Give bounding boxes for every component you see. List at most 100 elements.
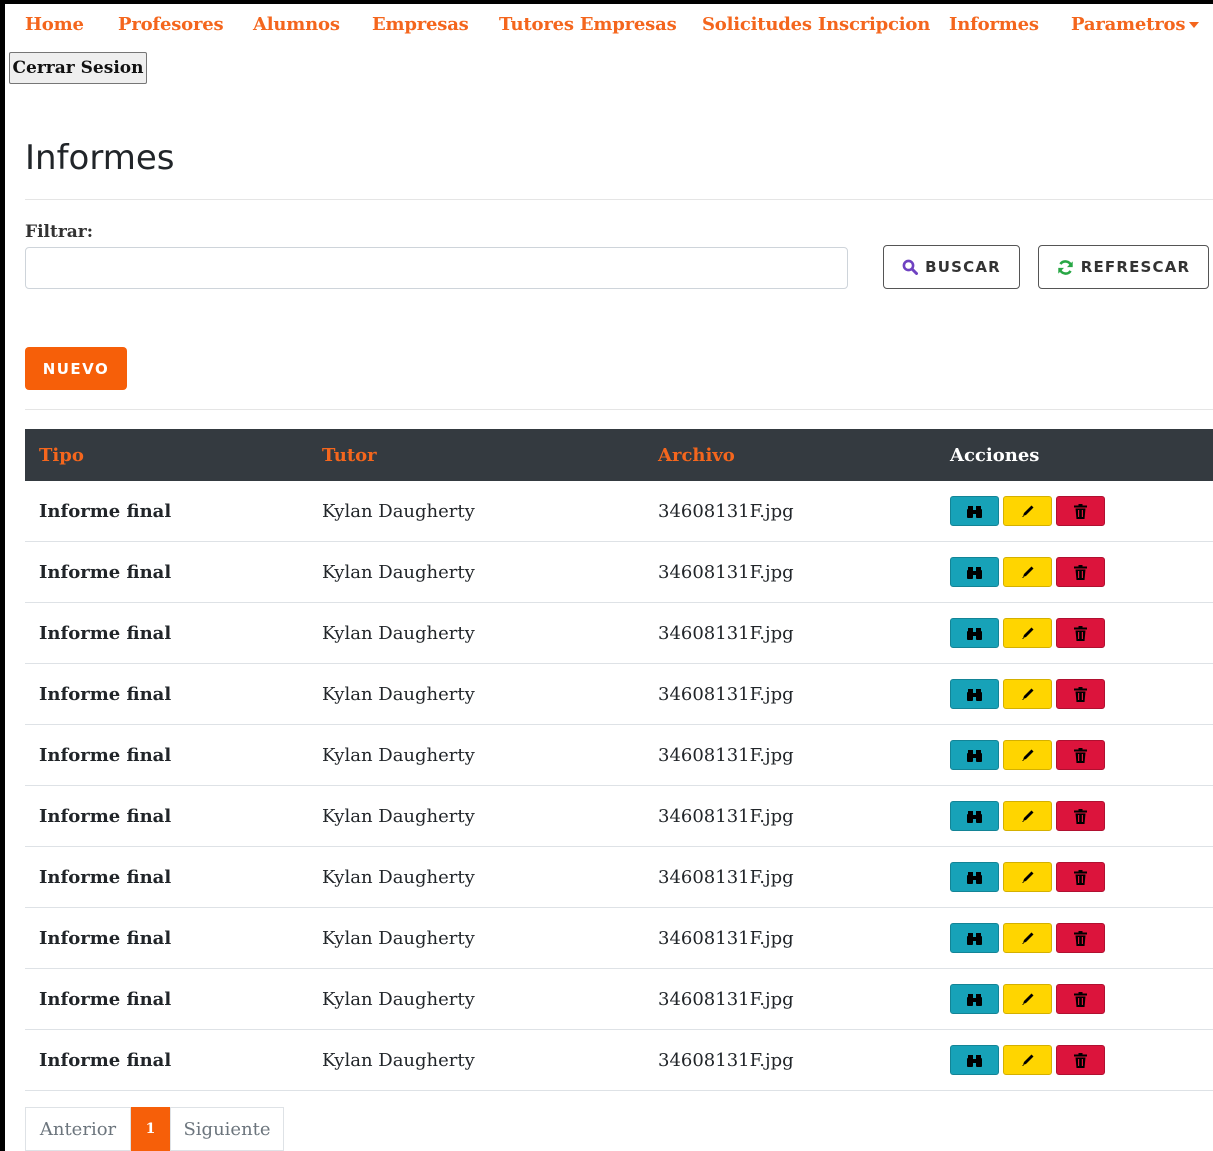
filter-input[interactable] xyxy=(25,247,848,289)
nav-parametros-dropdown[interactable]: Parametros xyxy=(1071,14,1200,35)
cell-acciones xyxy=(936,602,1213,664)
edit-button[interactable] xyxy=(1003,801,1052,831)
binoculars-icon xyxy=(967,871,982,884)
logout-button[interactable]: Cerrar Sesion xyxy=(9,52,147,84)
delete-button[interactable] xyxy=(1056,496,1105,526)
nav-home[interactable]: Home xyxy=(25,14,84,35)
view-button[interactable] xyxy=(950,801,999,831)
cell-tipo: Informe final xyxy=(25,1029,308,1091)
cell-tutor: Kylan Daugherty xyxy=(308,541,644,603)
trash-icon xyxy=(1074,808,1087,824)
column-header-acciones: Acciones xyxy=(950,444,1040,466)
search-button[interactable]: BUSCAR xyxy=(883,245,1020,289)
delete-button[interactable] xyxy=(1056,557,1105,587)
pagination: Anterior 1 Siguiente xyxy=(25,1107,284,1151)
edit-button[interactable] xyxy=(1003,557,1052,587)
reports-table: Tipo Tutor Archivo Acciones Informe fina… xyxy=(25,429,1213,1091)
refresh-icon xyxy=(1057,259,1073,275)
edit-button[interactable] xyxy=(1003,740,1052,770)
delete-button[interactable] xyxy=(1056,923,1105,953)
delete-button[interactable] xyxy=(1056,618,1105,648)
cell-tipo: Informe final xyxy=(25,602,308,664)
trash-icon xyxy=(1074,869,1087,885)
nav-alumnos[interactable]: Alumnos xyxy=(253,14,340,35)
cell-tutor: Kylan Daugherty xyxy=(308,846,644,908)
pagination-page-1[interactable]: 1 xyxy=(131,1107,170,1151)
page-title: Informes xyxy=(25,138,175,178)
nav-empresas[interactable]: Empresas xyxy=(372,14,469,35)
cell-archivo: 34608131F.jpg xyxy=(644,1029,936,1091)
view-button[interactable] xyxy=(950,1045,999,1075)
binoculars-icon xyxy=(967,505,982,518)
delete-button[interactable] xyxy=(1056,862,1105,892)
caret-down-icon xyxy=(1189,22,1200,28)
row-actions xyxy=(950,496,1213,526)
refresh-button[interactable]: REFRESCAR xyxy=(1038,245,1209,289)
row-actions xyxy=(950,923,1213,953)
view-button[interactable] xyxy=(950,618,999,648)
cell-acciones xyxy=(936,968,1213,1030)
cell-archivo: 34608131F.jpg xyxy=(644,724,936,786)
binoculars-icon xyxy=(967,810,982,823)
trash-icon xyxy=(1074,686,1087,702)
row-actions xyxy=(950,801,1213,831)
trash-icon xyxy=(1074,625,1087,641)
pencil-icon xyxy=(1020,931,1035,946)
nav-profesores[interactable]: Profesores xyxy=(118,14,224,35)
cell-archivo: 34608131F.jpg xyxy=(644,846,936,908)
column-header-archivo[interactable]: Archivo xyxy=(644,429,936,481)
row-actions xyxy=(950,740,1213,770)
table-row: Informe final Kylan Daugherty 34608131F.jp… xyxy=(25,785,1213,847)
delete-button[interactable] xyxy=(1056,679,1105,709)
table-row: Informe final Kylan Daugherty 34608131F.jp… xyxy=(25,602,1213,664)
table-header-row: Tipo Tutor Archivo Acciones xyxy=(25,429,1213,481)
table-row: Informe final Kylan Daugherty 34608131F.jp… xyxy=(25,541,1213,603)
edit-button[interactable] xyxy=(1003,984,1052,1014)
column-header-tipo[interactable]: Tipo xyxy=(25,429,308,481)
nav-tutores-empresas[interactable]: Tutores Empresas xyxy=(499,14,677,35)
search-icon xyxy=(902,259,919,275)
cell-archivo: 34608131F.jpg xyxy=(644,907,936,969)
column-header-tutor[interactable]: Tutor xyxy=(308,429,644,481)
cell-acciones xyxy=(936,724,1213,786)
table-row: Informe final Kylan Daugherty 34608131F.jp… xyxy=(25,481,1213,542)
row-actions xyxy=(950,557,1213,587)
row-actions xyxy=(950,679,1213,709)
cell-archivo: 34608131F.jpg xyxy=(644,663,936,725)
edit-button[interactable] xyxy=(1003,618,1052,648)
edit-button[interactable] xyxy=(1003,1045,1052,1075)
delete-button[interactable] xyxy=(1056,801,1105,831)
edit-button[interactable] xyxy=(1003,862,1052,892)
delete-button[interactable] xyxy=(1056,740,1105,770)
delete-button[interactable] xyxy=(1056,984,1105,1014)
view-button[interactable] xyxy=(950,740,999,770)
delete-button[interactable] xyxy=(1056,1045,1105,1075)
view-button[interactable] xyxy=(950,984,999,1014)
pencil-icon xyxy=(1020,626,1035,641)
binoculars-icon xyxy=(967,566,982,579)
view-button[interactable] xyxy=(950,496,999,526)
row-actions xyxy=(950,984,1213,1014)
cell-tipo: Informe final xyxy=(25,907,308,969)
cell-tipo: Informe final xyxy=(25,968,308,1030)
nav-solicitudes-inscripcion[interactable]: Solicitudes Inscripcion xyxy=(702,14,930,35)
pagination-prev[interactable]: Anterior xyxy=(25,1107,131,1151)
edit-button[interactable] xyxy=(1003,923,1052,953)
nav-informes[interactable]: Informes xyxy=(949,14,1039,35)
edit-button[interactable] xyxy=(1003,496,1052,526)
view-button[interactable] xyxy=(950,679,999,709)
edit-button[interactable] xyxy=(1003,679,1052,709)
view-button[interactable] xyxy=(950,923,999,953)
pagination-next[interactable]: Siguiente xyxy=(170,1107,284,1151)
row-actions xyxy=(950,1045,1213,1075)
cell-tutor: Kylan Daugherty xyxy=(308,785,644,847)
cell-acciones xyxy=(936,663,1213,725)
view-button[interactable] xyxy=(950,862,999,892)
pencil-icon xyxy=(1020,870,1035,885)
table-row: Informe final Kylan Daugherty 34608131F.jp… xyxy=(25,846,1213,908)
view-button[interactable] xyxy=(950,557,999,587)
new-button[interactable]: NUEVO xyxy=(25,347,127,390)
pencil-icon xyxy=(1020,565,1035,580)
nav-parametros-label: Parametros xyxy=(1071,14,1186,35)
cell-tipo: Informe final xyxy=(25,481,308,542)
